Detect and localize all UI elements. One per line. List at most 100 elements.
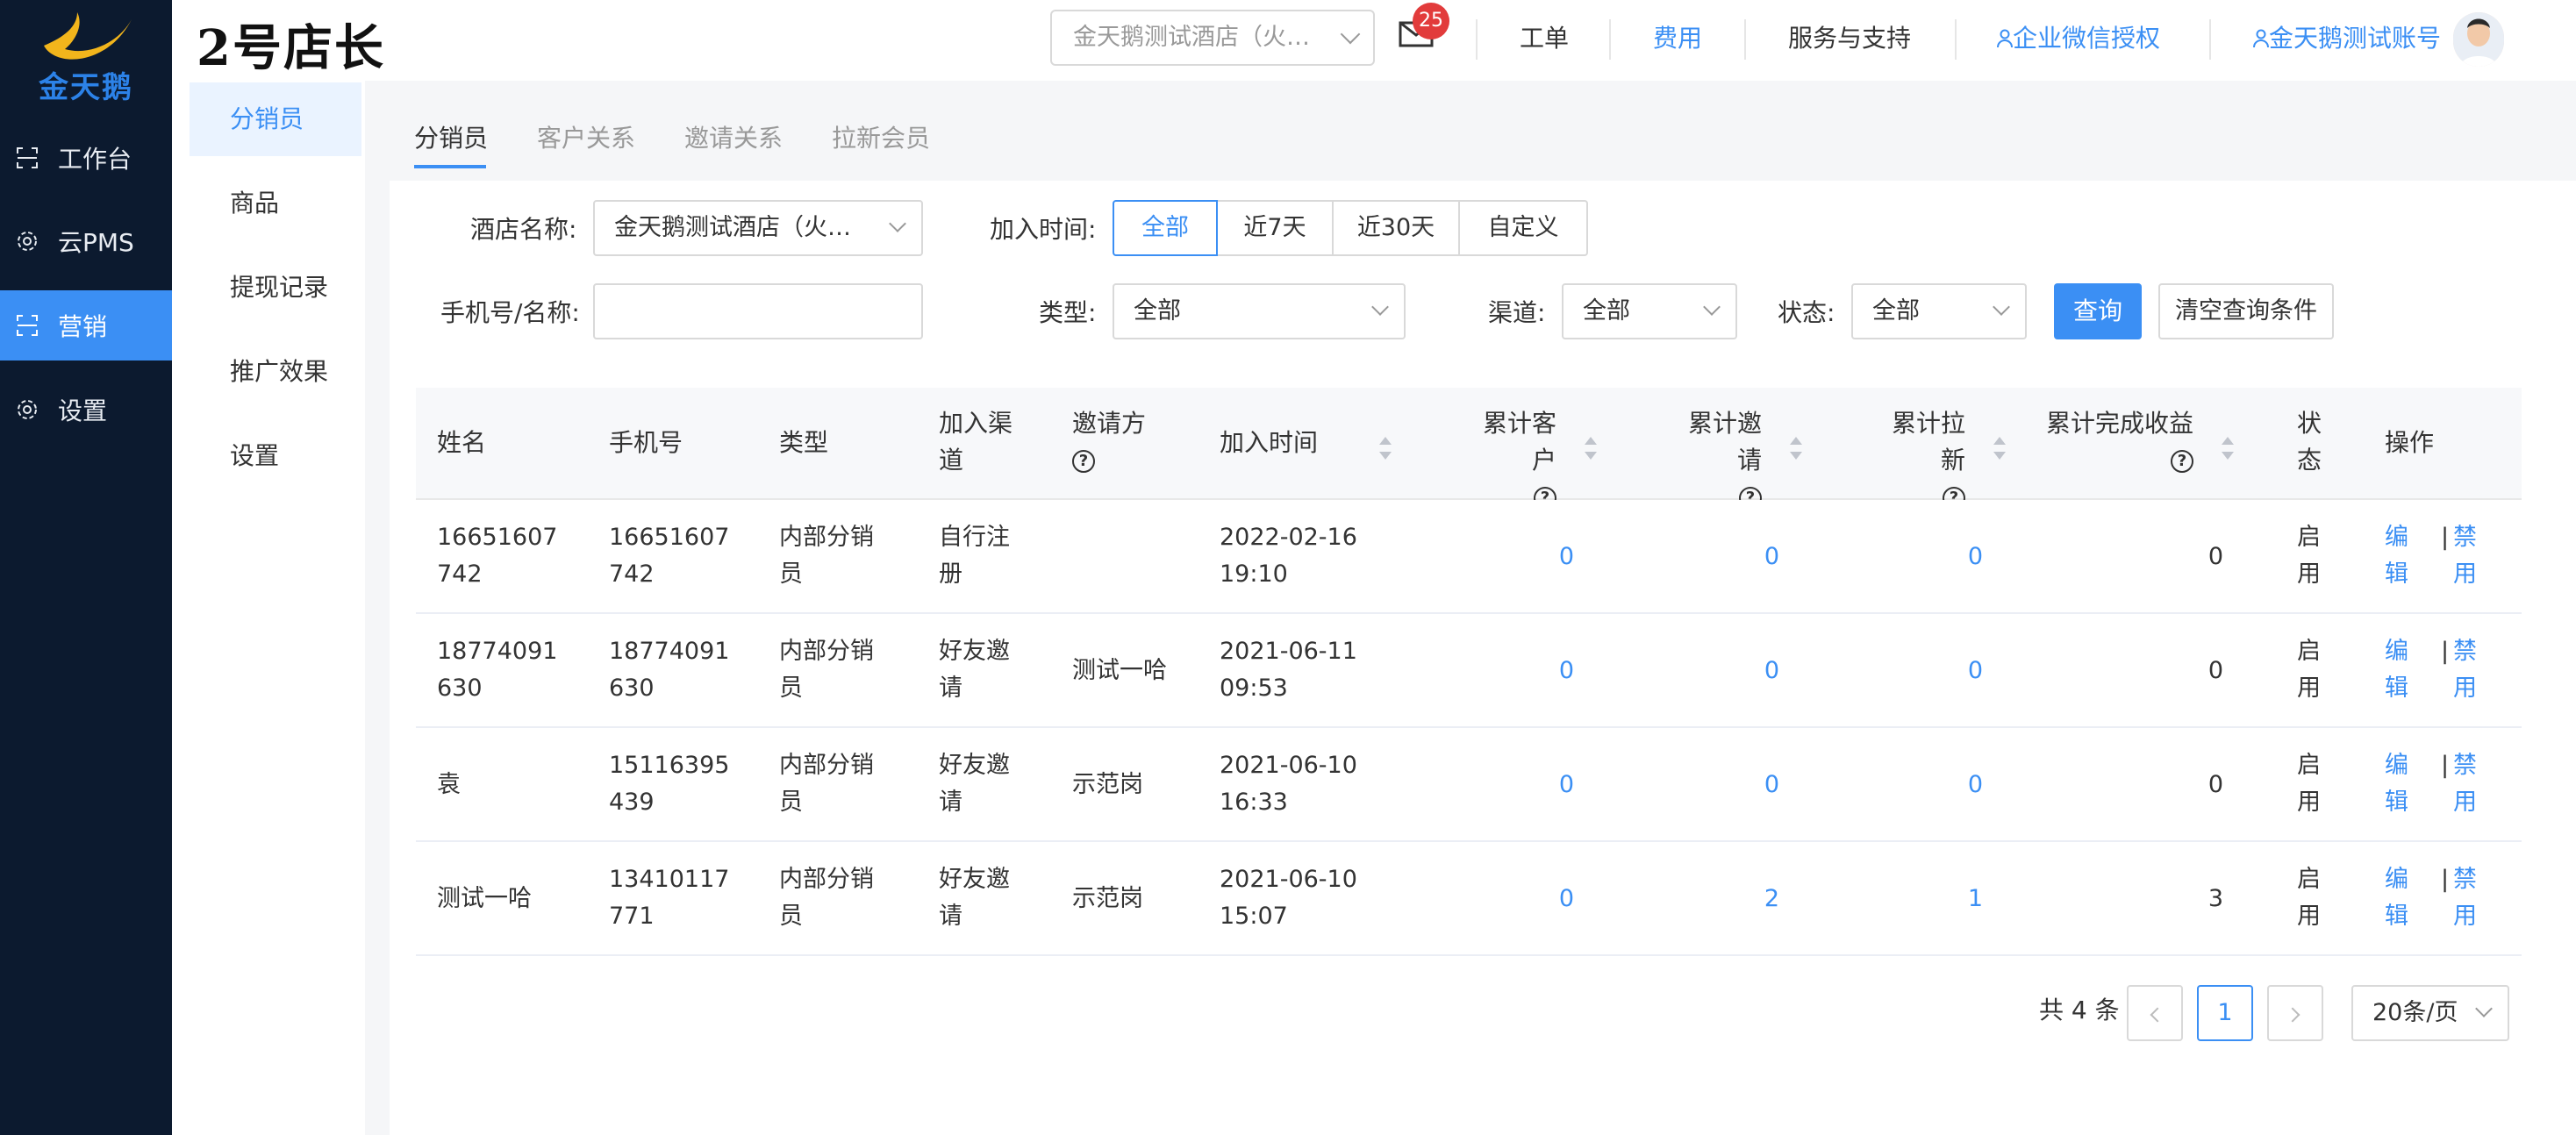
sort-icon[interactable] — [1790, 437, 1802, 460]
next-page-button[interactable] — [2267, 985, 2323, 1041]
account-menu[interactable]: 金天鹅测试账号 — [2253, 19, 2441, 54]
chevron-down-icon — [1371, 298, 1389, 316]
disable-button[interactable]: 禁用 — [2453, 747, 2479, 821]
hotel-filter-select[interactable]: 金天鹅测试酒店（火车站店） — [593, 200, 923, 256]
secondary-navigation: 分销员 商品 提现记录 推广效果 设置 — [172, 81, 365, 1135]
ticket-link[interactable]: 工单 — [1520, 19, 1569, 54]
user-icon — [2253, 29, 2269, 48]
sort-icon[interactable] — [1585, 437, 1597, 460]
avatar[interactable] — [2453, 12, 2504, 67]
action-separator: | — [2441, 524, 2450, 551]
disable-button[interactable]: 禁用 — [2453, 861, 2479, 935]
cell-join-date: 2021-06-10 — [1220, 866, 1357, 893]
cell-name: 16651607742 — [437, 524, 558, 588]
column-header-earnings: 累计完成收益 ? — [2044, 405, 2193, 479]
cell-customers[interactable]: 0 — [1513, 653, 1574, 689]
page-button-1[interactable]: 1 — [2197, 985, 2253, 1041]
cell-customers[interactable]: 0 — [1513, 539, 1574, 575]
account-name: 金天鹅测试账号 — [2269, 24, 2442, 53]
cell-phone: 15116395439 — [609, 752, 730, 816]
query-button[interactable]: 查询 — [2054, 283, 2142, 339]
tab-new-members[interactable]: 拉新会员 — [832, 119, 930, 154]
sort-icon[interactable] — [1379, 437, 1392, 460]
edit-button[interactable]: 编辑 — [2385, 633, 2411, 707]
disable-button[interactable]: 禁用 — [2453, 633, 2479, 707]
cell-new-members[interactable]: 0 — [1921, 539, 1983, 575]
column-header-name: 姓名 — [437, 428, 487, 457]
sort-icon[interactable] — [2222, 437, 2234, 460]
cell-invites[interactable]: 2 — [1718, 881, 1779, 917]
help-icon[interactable]: ? — [1072, 450, 1095, 473]
sidebar-item-label: 云PMS — [58, 228, 134, 257]
cell-join-time: 15:07 — [1220, 903, 1288, 930]
disable-button[interactable]: 禁用 — [2453, 519, 2479, 593]
page-size-select[interactable]: 20条/页 — [2351, 985, 2509, 1041]
tab-customer-relations[interactable]: 客户关系 — [537, 119, 635, 154]
page-size-value: 20条/页 — [2372, 999, 2458, 1026]
wecom-auth-link[interactable]: 企业微信授权 — [1997, 19, 2160, 54]
sidebar-item-cloud-pms[interactable]: 云PMS — [0, 206, 172, 276]
tab-distributor[interactable]: 分销员 — [414, 119, 488, 154]
app-title: 2号店长 — [197, 19, 385, 77]
left-navigation: 金天鹅 工作台 云PMS 营销 设置 — [0, 0, 172, 1135]
cell-status: 启用 — [2297, 866, 2321, 930]
cell-join-time: 09:53 — [1220, 675, 1288, 702]
support-link[interactable]: 服务与支持 — [1788, 19, 1911, 54]
join-time-option-custom[interactable]: 自定义 — [1458, 200, 1588, 256]
channel-filter-select[interactable]: 全部 — [1562, 283, 1737, 339]
cell-type: 内部分销员 — [779, 752, 874, 816]
subnav-item-withdrawals[interactable]: 提现记录 — [190, 251, 361, 325]
join-time-option-30d[interactable]: 近30天 — [1332, 200, 1460, 256]
cell-invites[interactable]: 0 — [1718, 653, 1779, 689]
brand-logo[interactable]: 金天鹅 — [0, 0, 172, 109]
cell-earnings: 0 — [2207, 657, 2223, 684]
subnav-item-settings[interactable]: 设置 — [190, 419, 361, 493]
divider — [1609, 19, 1611, 60]
cell-customers[interactable]: 0 — [1513, 767, 1574, 803]
sort-icon[interactable] — [1993, 437, 2006, 460]
chevron-right-icon — [2285, 1007, 2301, 1023]
status-filter-select[interactable]: 全部 — [1851, 283, 2027, 339]
cell-join-date: 2022-02-16 — [1220, 524, 1357, 551]
column-header-actions: 操作 — [2385, 428, 2435, 457]
workbench-icon — [17, 147, 38, 168]
phone-filter-input[interactable] — [593, 283, 923, 339]
hotel-select[interactable]: 金天鹅测试酒店（火车站店） — [1050, 10, 1375, 66]
chevron-down-icon — [1993, 298, 2010, 316]
cell-name: 袁 — [437, 771, 461, 798]
prev-page-button[interactable] — [2127, 985, 2183, 1041]
edit-button[interactable]: 编辑 — [2385, 519, 2411, 593]
wecom-auth-label: 企业微信授权 — [2013, 24, 2161, 53]
cell-invites[interactable]: 0 — [1718, 539, 1779, 575]
cell-phone: 18774091630 — [609, 638, 730, 702]
subnav-item-products[interactable]: 商品 — [190, 167, 361, 240]
help-icon[interactable]: ? — [2171, 450, 2193, 473]
join-time-option-7d[interactable]: 近7天 — [1216, 200, 1334, 256]
cell-new-members[interactable]: 0 — [1921, 767, 1983, 803]
chevron-left-icon — [2150, 1007, 2165, 1023]
cell-customers[interactable]: 0 — [1513, 881, 1574, 917]
cell-new-members[interactable]: 1 — [1921, 881, 1983, 917]
edit-button[interactable]: 编辑 — [2385, 861, 2411, 935]
sidebar-item-marketing[interactable]: 营销 — [0, 290, 172, 360]
cell-earnings: 0 — [2207, 543, 2223, 570]
main-content: 分销员 客户关系 邀请关系 拉新会员 酒店名称: 金天鹅测试酒店（火车站店） 加… — [390, 81, 2576, 1135]
hotel-filter-value: 金天鹅测试酒店（火车站店） — [614, 214, 922, 241]
join-time-option-all[interactable]: 全部 — [1113, 200, 1218, 256]
sidebar-item-settings[interactable]: 设置 — [0, 375, 172, 445]
cell-join-date: 2021-06-10 — [1220, 752, 1357, 779]
divider — [1744, 19, 1746, 60]
sidebar-item-workbench[interactable]: 工作台 — [0, 123, 172, 193]
cell-invites[interactable]: 0 — [1718, 767, 1779, 803]
column-header-channel: 加入渠道 — [939, 409, 1013, 475]
clear-filters-button[interactable]: 清空查询条件 — [2158, 283, 2334, 339]
tab-invite-relations[interactable]: 邀请关系 — [684, 119, 783, 154]
fee-link[interactable]: 费用 — [1653, 19, 1702, 54]
type-filter-select[interactable]: 全部 — [1113, 283, 1406, 339]
cell-new-members[interactable]: 0 — [1921, 653, 1983, 689]
edit-button[interactable]: 编辑 — [2385, 747, 2411, 821]
subnav-item-distributor[interactable]: 分销员 — [190, 82, 361, 156]
column-header-status: 状态 — [2297, 409, 2322, 475]
marketing-icon — [17, 315, 38, 336]
subnav-item-promotion[interactable]: 推广效果 — [190, 335, 361, 409]
